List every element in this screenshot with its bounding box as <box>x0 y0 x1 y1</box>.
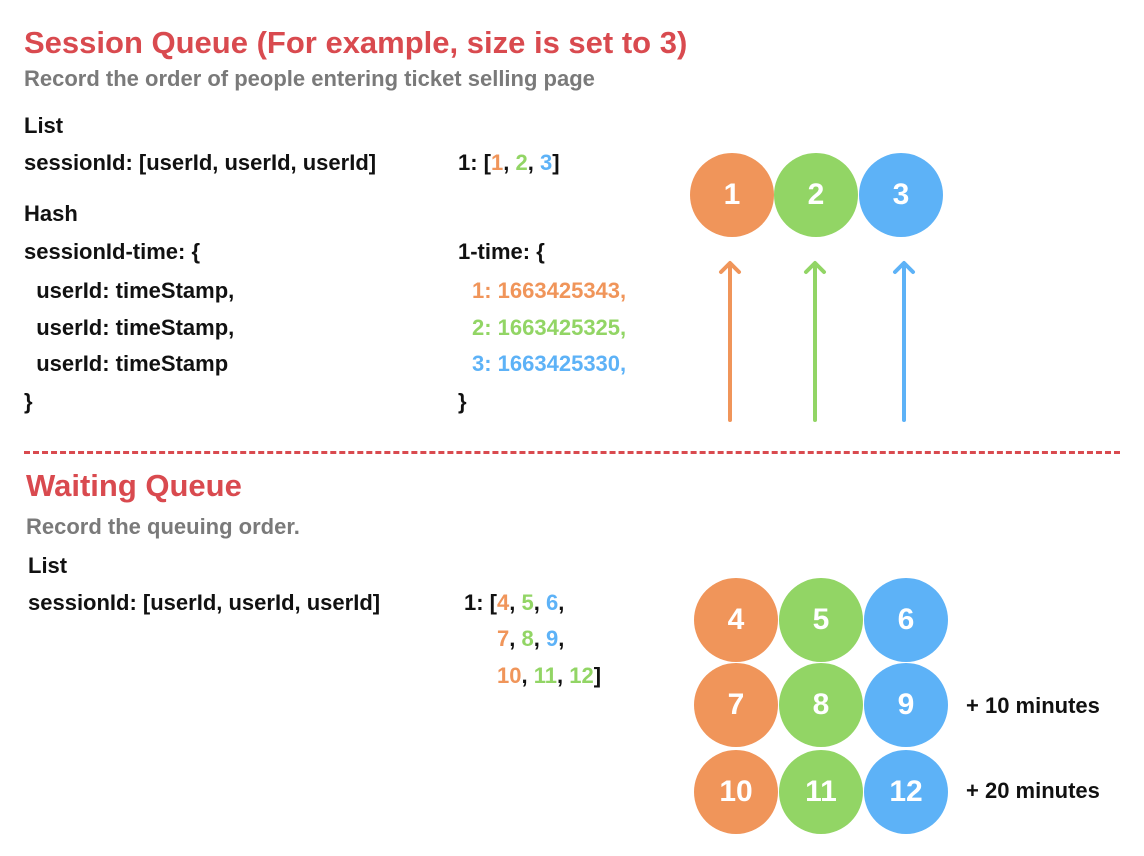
list-item: 10 <box>497 663 522 688</box>
waiting-list-label: List <box>28 553 68 578</box>
row-delay-note: + 20 minutes <box>966 778 1100 803</box>
list-suffix: ] <box>593 663 602 688</box>
waiting-user-circle: 6 <box>864 578 948 662</box>
waiting-user-circle: 9 <box>864 663 948 747</box>
list-item: 9 <box>545 626 559 651</box>
waiting-list-schema: sessionId: [userId, userId, userId] <box>28 590 381 615</box>
waiting-list-example-row: 7, 8, 9, <box>497 626 565 651</box>
list-item: 8 <box>521 626 534 651</box>
list-item: 11 <box>533 663 557 688</box>
waiting-user-circle: 7 <box>694 663 778 747</box>
waiting-user-circle: 12 <box>864 750 948 834</box>
arrow-up-icon <box>719 261 741 422</box>
row-delay-note: + 10 minutes <box>966 693 1100 718</box>
list-item: 12 <box>569 663 594 688</box>
waiting-list-example-row: 10, 11, 12] <box>497 663 602 688</box>
section-divider <box>24 451 1120 454</box>
waiting-user-circle: 10 <box>694 750 778 834</box>
waiting-user-circle: 8 <box>779 663 863 747</box>
list-item: 5 <box>521 590 534 615</box>
waiting-user-circle: 4 <box>694 578 778 662</box>
waiting-list-example-row: 1: [4, 5, 6, <box>464 590 565 615</box>
waiting-user-circle: 5 <box>779 578 863 662</box>
waiting-queue-subtitle: Record the queuing order. <box>26 514 300 539</box>
list-item: 7 <box>497 626 510 651</box>
list-item: 6 <box>545 590 559 615</box>
entry-arrows <box>719 261 915 422</box>
arrow-up-icon <box>804 261 826 422</box>
arrow-up-icon <box>893 261 915 422</box>
list-item: 4 <box>497 590 510 615</box>
waiting-queue-title: Waiting Queue <box>26 468 242 503</box>
waiting-user-circle: 11 <box>779 750 863 834</box>
list-prefix: 1: [ <box>464 590 497 615</box>
